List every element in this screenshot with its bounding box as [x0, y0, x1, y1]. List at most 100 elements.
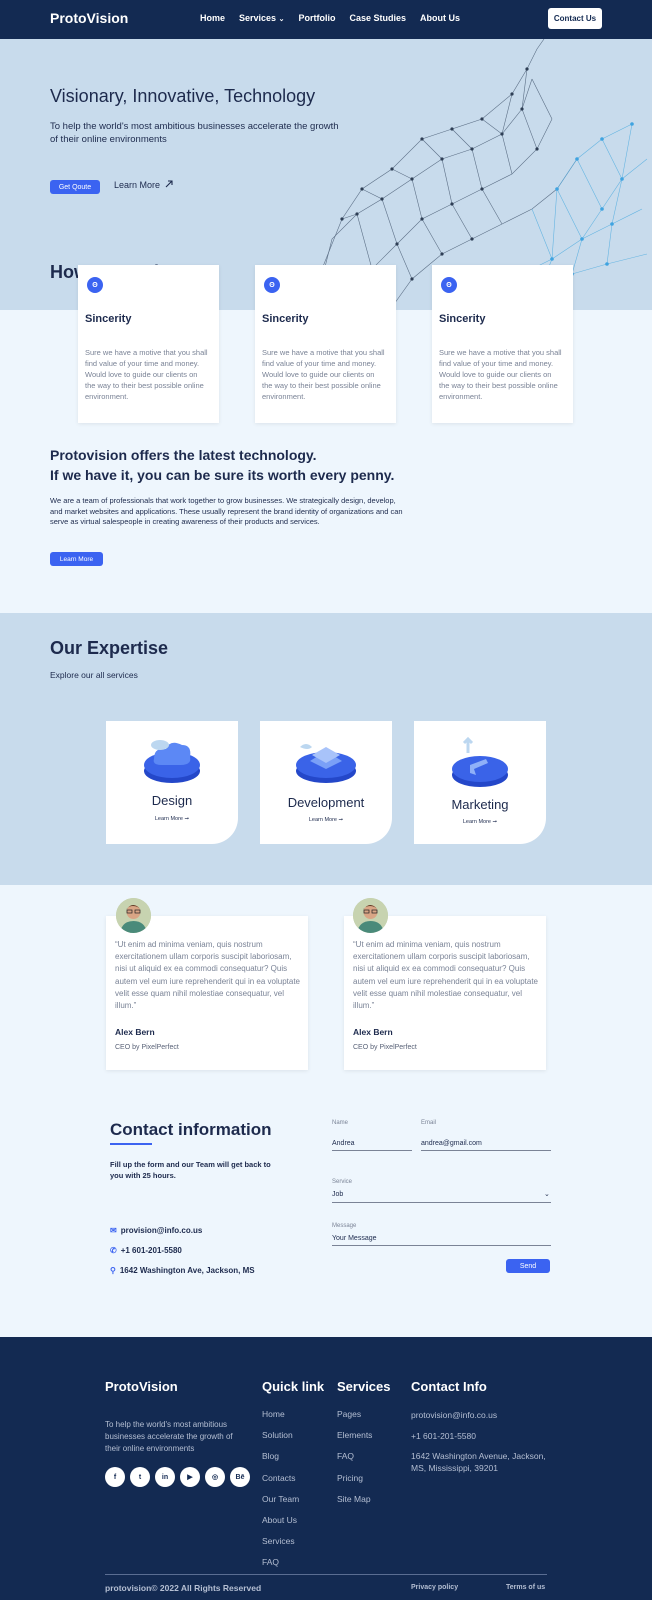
footer-quicklinks: Home Solution Blog Contacts Our Team Abo…	[262, 1409, 299, 1579]
contact-email-text: provision@info.co.us	[120, 1226, 203, 1235]
chevron-down-icon: ⌄	[278, 16, 285, 23]
testimonial-quote: “Ut enim ad minima veniam, quis nostrum …	[353, 940, 538, 1011]
footer-contact-phone[interactable]: +1 601-201-5580	[411, 1430, 551, 1442]
name-label: Name	[332, 1120, 349, 1126]
testimonial-role: CEO by PixelPerfect	[115, 1044, 179, 1051]
footer-link-faq[interactable]: FAQ	[262, 1557, 299, 1578]
chevron-down-icon[interactable]: ⌄	[544, 1190, 550, 1198]
nav-item-portfolio[interactable]: Portfolio	[298, 13, 335, 23]
expertise-learn-more-link[interactable]: Learn More ➞	[260, 817, 392, 823]
footer-link-site-map[interactable]: Site Map	[337, 1494, 372, 1515]
footer-link-pricing[interactable]: Pricing	[337, 1473, 372, 1494]
service-select-underline	[332, 1202, 551, 1203]
behance-icon[interactable]: Bē	[230, 1467, 250, 1487]
expertise-card-marketing[interactable]: Marketing Learn More ➞	[414, 721, 546, 844]
footer-brand[interactable]: ProtoVision	[105, 1379, 178, 1394]
contact-address: ⚲ 1642 Washington Ave, Jackson, MS	[110, 1266, 255, 1275]
footer-quicklink-title: Quick link	[262, 1379, 325, 1394]
expertise-card-title: Marketing	[451, 797, 509, 812]
offer-learn-more-button[interactable]: Learn More	[50, 552, 103, 566]
expertise-learn-more-link[interactable]: Learn More ➞	[414, 819, 546, 825]
contact-us-button[interactable]: Contact Us	[548, 8, 602, 29]
brain-icon: ʘ	[441, 277, 457, 293]
avatar	[353, 898, 388, 933]
get-quote-button[interactable]: Get Qoute	[50, 180, 100, 194]
location-pin-icon: ⚲	[110, 1266, 116, 1275]
mail-icon: ✉	[110, 1226, 117, 1235]
nav-item-services[interactable]: Services ⌄	[239, 13, 284, 23]
brain-icon: ʘ	[264, 277, 280, 293]
how-card-title: Sincerity	[85, 313, 132, 325]
footer-link-pages[interactable]: Pages	[337, 1409, 372, 1430]
footer-contact-address: 1642 Washington Avenue, Jackson, MS, Mis…	[411, 1451, 546, 1473]
footer-link-services[interactable]: Services	[262, 1536, 299, 1557]
contact-phone-text: +1 601-201-5580	[120, 1246, 182, 1255]
footer-link-faq[interactable]: FAQ	[337, 1451, 372, 1472]
expertise-learn-more-link[interactable]: Learn More ➞	[106, 816, 238, 822]
footer-link-elements[interactable]: Elements	[337, 1430, 372, 1451]
message-field[interactable]: Your Message	[332, 1235, 377, 1242]
expertise-card-design[interactable]: Design Learn More ➞	[106, 721, 238, 844]
how-card-title: Sincerity	[262, 313, 309, 325]
message-label: Message	[332, 1223, 357, 1229]
contact-email: ✉ provision@info.co.us	[110, 1226, 202, 1235]
nav-item-about-us[interactable]: About Us	[420, 13, 460, 23]
linkedin-icon[interactable]: in	[155, 1467, 175, 1487]
testimonial-card: “Ut enim ad minima veniam, quis nostrum …	[344, 916, 546, 1070]
brand-logo[interactable]: ProtoVision	[50, 10, 128, 26]
avatar	[116, 898, 151, 933]
footer-description: To help the world's most ambitious busin…	[105, 1420, 233, 1453]
top-navbar: ProtoVision Home Services ⌄ Portfolio Ca…	[0, 0, 652, 39]
footer-link-home[interactable]: Home	[262, 1409, 299, 1430]
offer-title-line1: Protovision offers the latest technology…	[50, 447, 317, 463]
footer-link-about-us[interactable]: About Us	[262, 1515, 299, 1536]
email-field[interactable]: andrea@gmail.com	[421, 1140, 482, 1147]
hero-learn-more-label: Learn More	[114, 180, 161, 190]
email-label: Email	[421, 1120, 437, 1126]
expertise-subtitle: Explore our all services	[50, 670, 138, 680]
nav-item-case-studies[interactable]: Case Studies	[349, 13, 406, 23]
contact-phone: ✆ +1 601-201-5580	[110, 1246, 182, 1255]
name-field[interactable]: Andrea	[332, 1140, 355, 1147]
expertise-card-title: Development	[287, 795, 365, 810]
terms-link[interactable]: Terms of us	[506, 1584, 545, 1591]
nav-item-home[interactable]: Home	[200, 13, 225, 23]
testimonial-name: Alex Bern	[115, 1027, 155, 1037]
expertise-section: Our Expertise Explore our all services D…	[0, 613, 652, 885]
testimonial-quote: “Ut enim ad minima veniam, quis nostrum …	[115, 940, 300, 1011]
offer-title: Protovision offers the latest technology…	[50, 445, 394, 485]
facebook-icon[interactable]: f	[105, 1467, 125, 1487]
how-card: ʘ Sincerity Sure we have a motive that y…	[255, 265, 396, 423]
footer-contact-email[interactable]: protovision@info.co.us	[411, 1409, 551, 1421]
contact-title: Contact information	[110, 1120, 272, 1139]
footer-link-blog[interactable]: Blog	[262, 1451, 299, 1472]
send-button[interactable]: Send	[506, 1259, 550, 1273]
service-select[interactable]: Job	[332, 1191, 343, 1198]
expertise-card-title: Design	[151, 793, 193, 808]
hero-learn-more-link[interactable]: Learn More	[114, 180, 173, 190]
youtube-icon[interactable]: ▶	[180, 1467, 200, 1487]
offer-title-line2: If we have it, you can be sure its worth…	[50, 467, 395, 483]
footer-services-title: Services	[337, 1379, 391, 1394]
footer-link-our-team[interactable]: Our Team	[262, 1494, 299, 1515]
expertise-card-development[interactable]: Development Learn More ➞	[260, 721, 392, 844]
testimonial-card: “Ut enim ad minima veniam, quis nostrum …	[106, 916, 308, 1070]
dribbble-icon[interactable]: ◎	[205, 1467, 225, 1487]
megaphone-icon	[452, 736, 508, 787]
contact-title-underline	[110, 1143, 152, 1145]
footer-link-contacts[interactable]: Contacts	[262, 1473, 299, 1494]
cloud-icon	[144, 740, 200, 783]
hero-subtitle: To help the world's most ambitious busin…	[50, 121, 339, 145]
phone-icon: ✆	[110, 1246, 117, 1255]
footer-link-solution[interactable]: Solution	[262, 1430, 299, 1451]
how-card-title: Sincerity	[439, 313, 486, 325]
layers-icon	[296, 744, 356, 783]
contact-address-text: 1642 Washington Ave, Jackson, MS	[119, 1266, 255, 1275]
how-card-text: Sure we have a motive that you shall fin…	[85, 348, 208, 401]
arrow-up-right-icon	[165, 180, 173, 188]
how-card: ʘ Sincerity Sure we have a motive that y…	[78, 265, 219, 423]
brain-icon: ʘ	[87, 277, 103, 293]
privacy-policy-link[interactable]: Privacy policy	[411, 1584, 458, 1591]
footer-divider	[105, 1574, 547, 1575]
twitter-icon[interactable]: t	[130, 1467, 150, 1487]
